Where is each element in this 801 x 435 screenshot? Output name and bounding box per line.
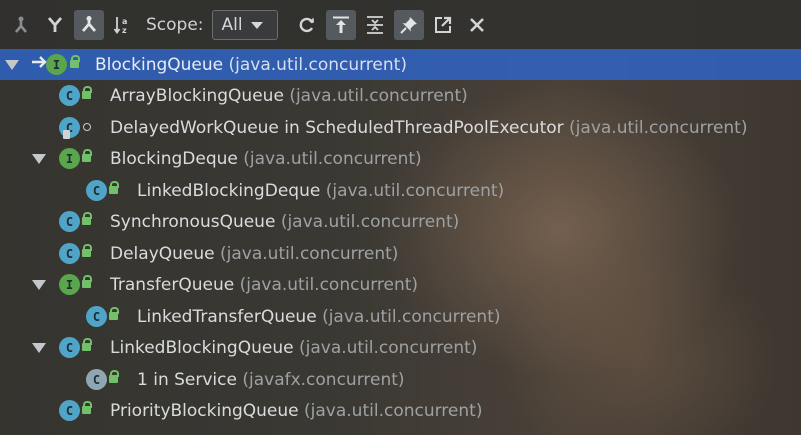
class-icon: C: [86, 306, 107, 327]
package-name: (java.util.concurrent): [325, 180, 505, 201]
tree-node-linkedblockingdeque[interactable]: C LinkedBlockingDeque (java.util.concurr…: [0, 175, 801, 206]
tree-node-transferqueue[interactable]: I TransferQueue (java.util.concurrent): [0, 269, 801, 300]
interface-icon: I: [59, 148, 80, 169]
public-access-icon: [109, 370, 119, 383]
public-access-icon: [70, 55, 80, 68]
interface-icon: I: [46, 54, 67, 75]
class-icon: C: [59, 337, 80, 358]
public-access-icon: [82, 338, 92, 351]
tree-node-delayqueue[interactable]: C DelayQueue (java.util.concurrent): [0, 238, 801, 269]
package-name: (java.util.concurrent): [322, 306, 501, 327]
type-hierarchy-icon: [81, 16, 97, 32]
class-name: SynchronousQueue: [110, 211, 276, 232]
public-access-icon: [109, 181, 119, 194]
open-in-new-tab-icon: [434, 16, 451, 33]
expand-arrow-icon[interactable]: [32, 343, 46, 353]
tree-node-linkedtransferqueue[interactable]: C LinkedTransferQueue (java.util.concurr…: [0, 301, 801, 332]
class-icon: C: [59, 400, 80, 421]
expand-arrow-icon[interactable]: [32, 154, 46, 164]
chevron-down-icon: [250, 21, 263, 29]
scope-label: Scope:: [146, 15, 204, 35]
class-icon: C: [86, 180, 107, 201]
open-in-new-tab-button[interactable]: [428, 10, 458, 40]
class-name: LinkedTransferQueue: [137, 306, 317, 327]
public-access-icon: [82, 401, 92, 414]
expand-arrow-icon[interactable]: [5, 60, 19, 70]
public-access-icon: [82, 149, 92, 162]
expand-arrow-icon[interactable]: [32, 280, 46, 290]
package-name: (java.util.concurrent): [243, 148, 422, 169]
package-name: (java.util.concurrent): [239, 274, 419, 295]
package-name: (java.util.concurrent): [220, 243, 399, 264]
class-name: 1 in Service: [137, 369, 237, 390]
collapse-all-icon: [366, 16, 383, 34]
interface-icon: I: [59, 274, 80, 295]
expand-all-button[interactable]: [325, 10, 356, 40]
public-access-icon: [82, 275, 92, 288]
tree-node-blockingdeque[interactable]: I BlockingDeque (java.util.concurrent): [0, 143, 801, 174]
package-name: (java.util.concurrent): [289, 85, 468, 106]
hierarchy-toolbar: az Scope: All: [0, 0, 801, 50]
type-hierarchy-button[interactable]: [74, 10, 104, 40]
supertypes-hierarchy-icon: [15, 16, 27, 33]
pin-icon: [399, 17, 417, 34]
refresh-button[interactable]: [292, 10, 322, 40]
class-name: ArrayBlockingQueue: [110, 85, 284, 106]
tree-node-linkedblockingqueue[interactable]: C LinkedBlockingQueue (java.util.concurr…: [0, 332, 801, 363]
package-name: (java.util.concurrent): [228, 54, 407, 75]
package-name: (java.util.concurrent): [304, 400, 483, 421]
scope-selected-value: All: [221, 15, 243, 35]
class-name: PriorityBlockingQueue: [110, 400, 299, 421]
public-access-icon: [109, 307, 119, 320]
tree-node-delayedworkqueue[interactable]: C DelayedWorkQueue in ScheduledThreadPoo…: [0, 112, 801, 143]
package-name: (java.util.concurrent): [298, 337, 478, 358]
tree-node-synchronousqueue[interactable]: C SynchronousQueue (java.util.concurrent…: [0, 206, 801, 237]
close-button[interactable]: [462, 10, 492, 40]
class-name: DelayedWorkQueue in ScheduledThreadPoolE…: [110, 117, 564, 138]
class-icon: C: [59, 243, 80, 264]
class-name: LinkedBlockingDeque: [137, 180, 321, 201]
class-icon: C: [59, 211, 80, 232]
tree-node-1-in-service[interactable]: C 1 in Service (javafx.concurrent): [0, 364, 801, 395]
package-name: (javafx.concurrent): [242, 369, 405, 390]
collapse-all-button[interactable]: [360, 10, 390, 40]
supertypes-hierarchy-button[interactable]: [6, 10, 36, 40]
public-access-icon: [82, 86, 92, 99]
class-icon: C: [59, 85, 80, 106]
public-access-icon: [82, 244, 92, 257]
class-name: BlockingDeque: [110, 148, 238, 169]
expand-all-icon: [332, 16, 349, 33]
subtypes-hierarchy-icon: [47, 17, 63, 32]
class-name: DelayQueue: [110, 243, 215, 264]
package-name: (java.util.concurrent): [569, 117, 748, 138]
package-name: (java.util.concurrent): [280, 211, 460, 232]
sort-alphabetically-button[interactable]: az: [108, 10, 138, 40]
tree-node-arrayblockingqueue[interactable]: C ArrayBlockingQueue (java.util.concurre…: [0, 80, 801, 111]
tree-node-priorityblockingqueue[interactable]: C PriorityBlockingQueue (java.util.concu…: [0, 395, 801, 426]
class-name: TransferQueue: [110, 274, 235, 295]
class-name: LinkedBlockingQueue: [110, 337, 294, 358]
svg-text:z: z: [122, 26, 127, 35]
subtypes-hierarchy-button[interactable]: [40, 10, 70, 40]
tree-node-blockingqueue[interactable]: I BlockingQueue (java.util.concurrent): [0, 49, 801, 80]
class-name: BlockingQueue: [95, 54, 224, 75]
pin-button[interactable]: [393, 10, 424, 40]
svg-text:a: a: [122, 17, 127, 26]
package-private-access-icon: [83, 123, 91, 131]
scope-dropdown[interactable]: All: [211, 10, 278, 40]
anonymous-class-icon: C: [86, 369, 107, 390]
sort-alphabetically-icon: az: [113, 17, 127, 35]
close-icon: [469, 18, 484, 32]
refresh-icon: [299, 17, 314, 33]
inner-class-marker-icon: [63, 130, 70, 139]
public-access-icon: [82, 212, 92, 225]
